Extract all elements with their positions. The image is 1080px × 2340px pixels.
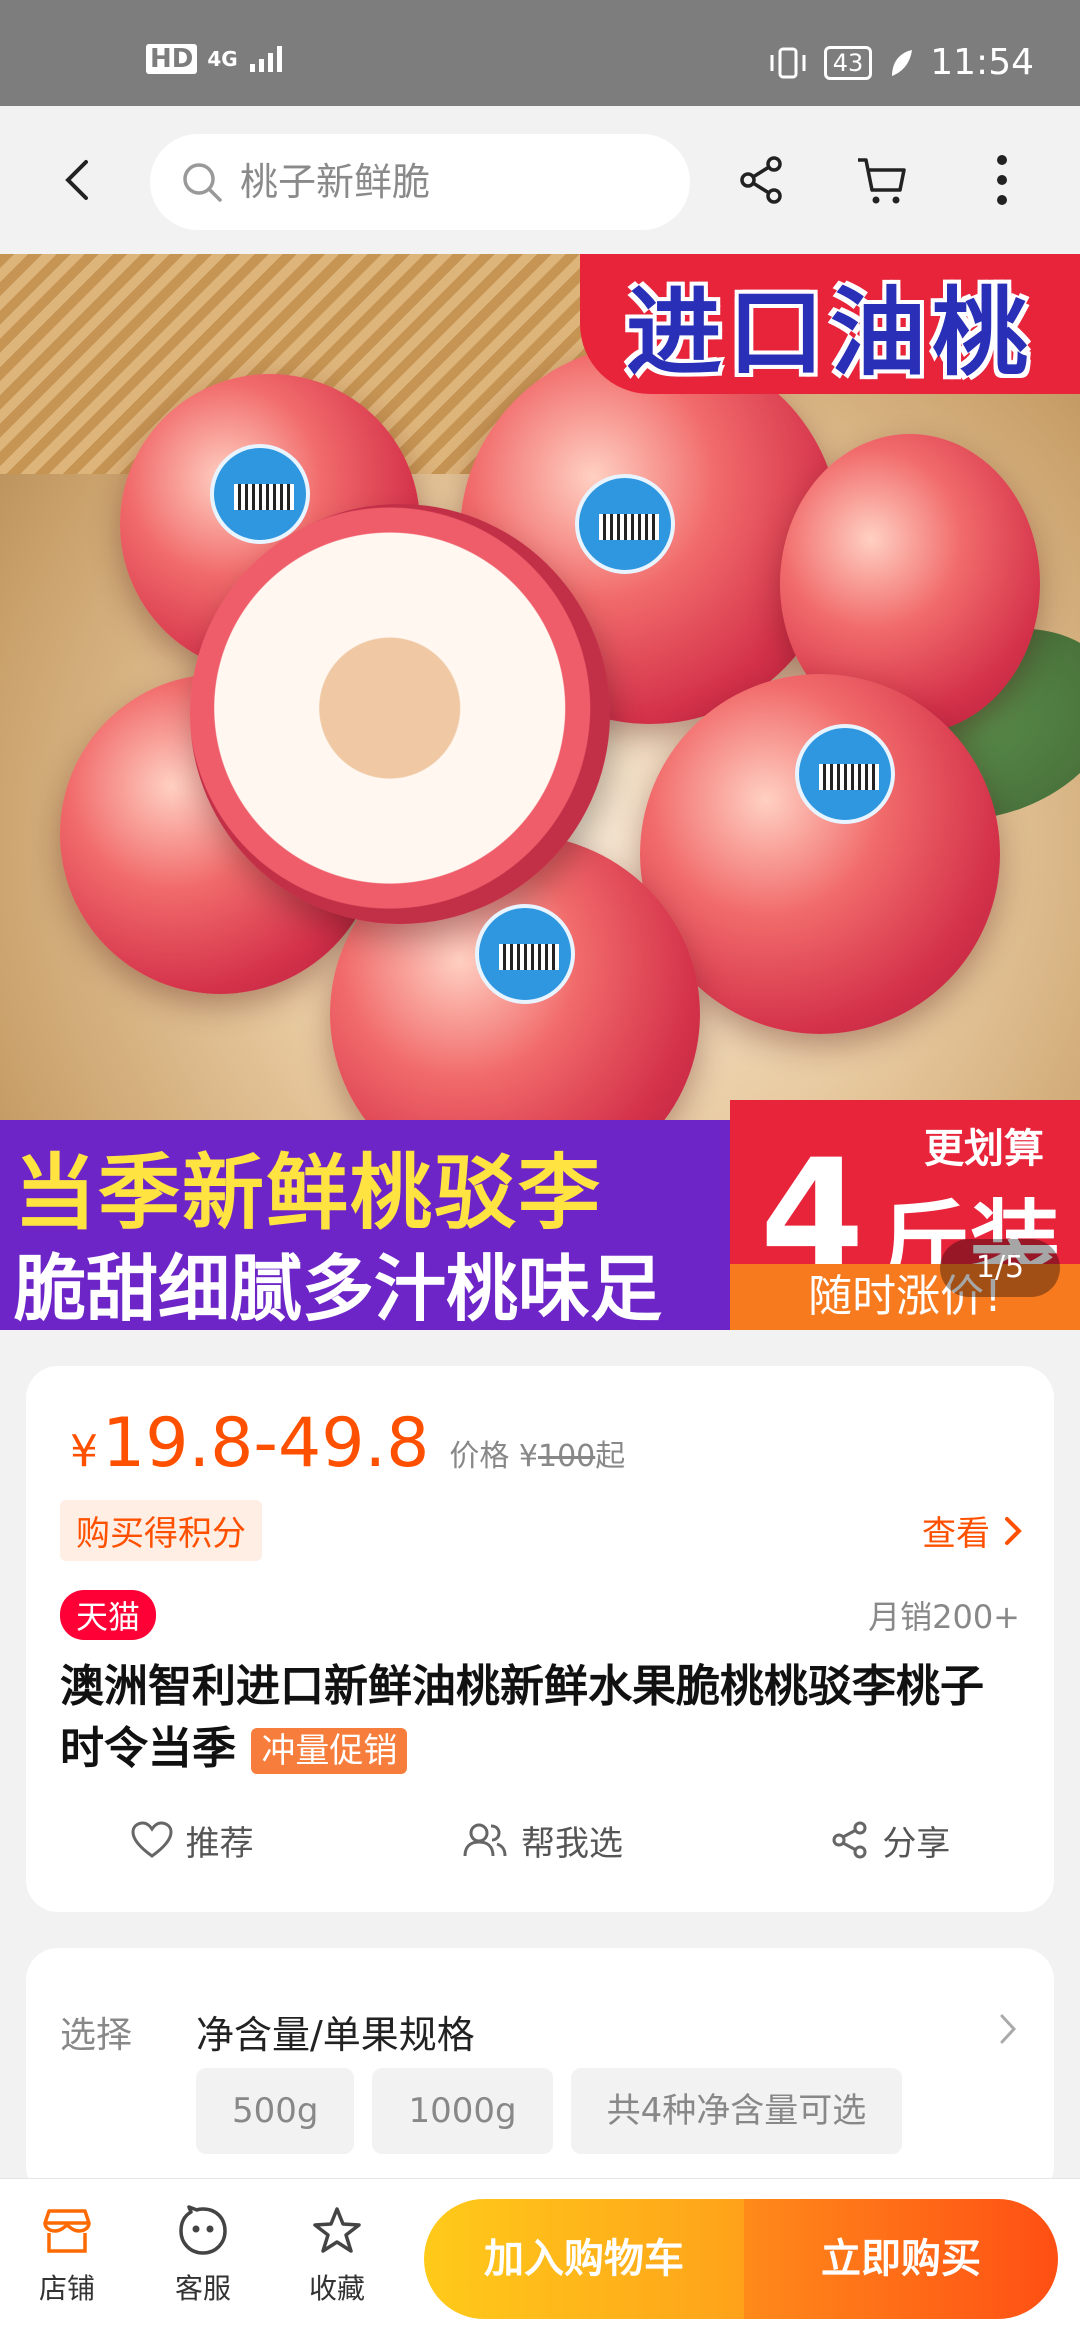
banner-seasonal: 当季新鲜桃驳李 脆甜细腻多汁桃味足 xyxy=(0,1120,730,1330)
cart-button[interactable] xyxy=(852,150,912,210)
add-to-cart-button[interactable]: 加入购物车 xyxy=(424,2199,744,2319)
users-icon xyxy=(463,1823,507,1857)
chevron-left-icon xyxy=(65,160,88,200)
spec-option-more[interactable]: 共4种净含量可选 xyxy=(570,2068,903,2154)
top-bar xyxy=(0,106,1080,254)
vibrate-icon xyxy=(770,47,806,78)
back-button[interactable] xyxy=(50,150,110,210)
image-pager: 1/5 xyxy=(940,1239,1060,1297)
banner-imported-nectarine: 进口油桃 xyxy=(580,254,1080,394)
product-info-card: ¥ 19.8-49.8 价格 ¥100起 购买得积分 查看 天猫 月销200+ … xyxy=(26,1366,1054,1912)
fruit-sticker xyxy=(210,444,310,544)
share-icon xyxy=(740,156,782,204)
banner-right-top: 更划算 xyxy=(924,1126,1044,1172)
banner-line-2: 脆甜细腻多汁桃味足 xyxy=(14,1247,663,1330)
spec-option-500g[interactable]: 500g xyxy=(196,2068,355,2154)
spec-option-1000g[interactable]: 1000g xyxy=(372,2068,553,2154)
orig-price-suffix: 起 xyxy=(595,1439,626,1474)
promo-tag: 冲量促销 xyxy=(251,1728,408,1774)
share-button[interactable] xyxy=(732,150,792,210)
search-input[interactable] xyxy=(240,160,670,204)
help-me-choose-button[interactable]: 帮我选 xyxy=(461,1816,623,1865)
chevron-right-icon xyxy=(1000,2014,1017,2044)
heart-icon xyxy=(131,1821,173,1858)
selection-title: 净含量/单果规格 xyxy=(196,2013,475,2057)
product-actions: 推荐 帮我选 分享 xyxy=(26,1800,1054,1880)
status-bar: HD 4G 43 11:54 xyxy=(0,0,1080,106)
cart-icon xyxy=(858,158,906,204)
banner-top-text: 进口油桃 xyxy=(626,276,1034,389)
product-title: 澳洲智利进口新鲜油桃新鲜水果脆桃桃驳李桃子时令当季 冲量促销 xyxy=(60,1656,1020,1780)
favorite-label: 收藏 xyxy=(308,2272,365,2305)
star-icon xyxy=(313,2207,361,2253)
monthly-sales: 月销200+ xyxy=(868,1598,1020,1636)
orig-price-value: 100 xyxy=(537,1439,596,1474)
spec-options: 500g 1000g 共4种净含量可选 xyxy=(196,2068,903,2154)
price-row: ¥ 19.8-49.8 价格 ¥100起 xyxy=(70,1404,625,1483)
more-vertical-icon xyxy=(997,155,1007,205)
more-button[interactable] xyxy=(972,150,1032,210)
leaf-icon xyxy=(892,49,913,76)
spec-selection-card[interactable]: 选择 净含量/单果规格 500g 1000g 共4种净含量可选 xyxy=(26,1948,1054,2198)
signal-icon xyxy=(249,46,282,72)
tmall-badge: 天猫 xyxy=(60,1590,157,1640)
buy-now-button[interactable]: 立即购买 xyxy=(744,2199,1058,2319)
store-button[interactable]: 店铺 xyxy=(12,2205,122,2307)
recommend-button[interactable]: 推荐 xyxy=(130,1816,254,1865)
share-label: 分享 xyxy=(882,1823,951,1864)
customer-service-button[interactable]: 客服 xyxy=(148,2205,258,2307)
fruit-sticker xyxy=(475,904,575,1004)
share-icon xyxy=(832,1821,867,1859)
price-range: 19.8-49.8 xyxy=(102,1404,430,1483)
view-more-link[interactable]: 查看 xyxy=(922,1506,1024,1555)
chat-face-icon xyxy=(179,2205,227,2255)
help-me-choose-label: 帮我选 xyxy=(520,1823,623,1864)
product-title-text: 澳洲智利进口新鲜油桃新鲜水果脆桃桃驳李桃子时令当季 xyxy=(60,1661,984,1774)
fruit-sticker xyxy=(795,724,895,824)
service-label: 客服 xyxy=(174,2272,231,2305)
clock: 11:54 xyxy=(930,42,1034,83)
original-price: 价格 ¥100起 xyxy=(449,1431,625,1475)
recommend-label: 推荐 xyxy=(185,1823,254,1864)
store-label: 店铺 xyxy=(38,2272,95,2305)
network-type: 4G xyxy=(207,47,238,71)
hd-indicator: HD xyxy=(146,44,198,74)
bottom-action-bar: 店铺 客服 收藏 加入购物车 立即购买 xyxy=(0,2178,1080,2340)
search-icon xyxy=(183,163,222,202)
points-badge: 购买得积分 xyxy=(60,1500,262,1561)
share-action-button[interactable]: 分享 xyxy=(830,1816,950,1865)
favorite-button[interactable]: 收藏 xyxy=(282,2205,392,2307)
orig-price-prefix: 价格 ¥ xyxy=(449,1439,538,1474)
chevron-right-icon xyxy=(1005,1516,1022,1545)
store-icon xyxy=(43,2209,91,2253)
battery-indicator: 43 xyxy=(823,45,873,80)
selection-label: 选择 xyxy=(60,2015,133,2056)
banner-line-1: 当季新鲜桃驳李 xyxy=(14,1146,603,1241)
fruit-sticker xyxy=(575,474,675,574)
view-more-label: 查看 xyxy=(922,1514,990,1554)
currency-symbol: ¥ xyxy=(70,1426,98,1477)
product-image-carousel[interactable]: 进口油桃 当季新鲜桃驳李 脆甜细腻多汁桃味足 更划算 4 斤装 随时涨价! 1/… xyxy=(0,254,1080,1330)
search-bar[interactable] xyxy=(150,134,690,230)
